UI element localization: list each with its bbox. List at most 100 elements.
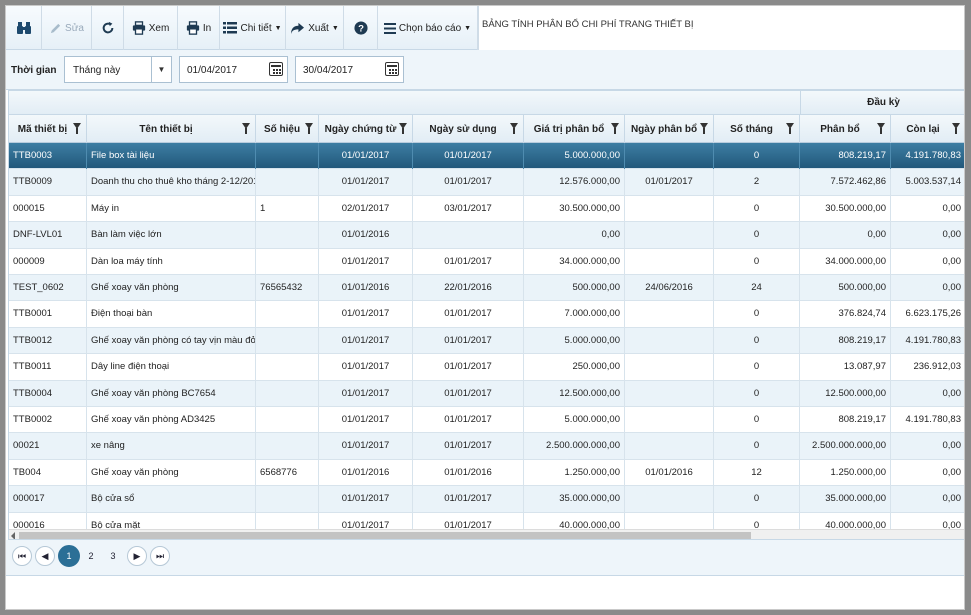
cell-allocated: 0,00 — [800, 222, 891, 249]
cell-remaining: 4.191.780,83 — [891, 143, 964, 169]
filter-icon[interactable] — [952, 123, 960, 134]
period-select[interactable]: Tháng này ▼ — [64, 56, 172, 83]
print-button[interactable]: In — [178, 6, 220, 50]
table-row[interactable]: TTB0004 Ghế xoay văn phòng BC7654 01/01/20… — [9, 380, 964, 407]
column-header-label: Số tháng — [730, 123, 773, 135]
cell-remaining: 4.191.780,83 — [891, 407, 964, 433]
filter-icon[interactable] — [877, 123, 885, 134]
horizontal-scrollbar[interactable] — [9, 529, 964, 539]
column-header-allocated[interactable]: Phân bổ — [800, 115, 891, 143]
table-row[interactable]: TTB0009 Doanh thu cho thuê kho tháng 2-12… — [9, 169, 964, 196]
column-header-label: Ngày chứng từ — [324, 123, 397, 135]
column-header-device-name[interactable]: Tên thiết bị — [87, 115, 256, 143]
next-page-button[interactable]: ▶ — [127, 546, 147, 566]
cell-remaining: 0,00 — [891, 460, 964, 486]
to-date-input[interactable]: 30/04/2017 — [295, 56, 404, 83]
scrollbar-thumb[interactable] — [19, 532, 751, 539]
calendar-icon[interactable] — [269, 62, 283, 76]
column-header-serial-number[interactable]: Số hiệu — [256, 115, 319, 143]
table-row[interactable]: TEST_0602 Ghế xoay văn phòng 76565432 01/01… — [9, 275, 964, 302]
filter-icon[interactable] — [786, 123, 794, 134]
table-row[interactable]: 000009 Dàn loa máy tính 01/01/2017 01/01/20… — [9, 248, 964, 275]
cell-device-name: File box tài liệu — [87, 143, 256, 169]
filter-icon[interactable] — [399, 123, 407, 134]
page-3-button[interactable]: 3 — [103, 546, 123, 566]
cell-document-date: 01/01/2017 — [319, 380, 413, 407]
export-button[interactable]: Xuất ▼ — [286, 6, 344, 50]
filter-icon[interactable] — [510, 123, 518, 134]
choose-report-button[interactable]: Chọn báo cáo ▼ — [378, 6, 478, 50]
column-header-label: Tên thiết bị — [139, 123, 193, 135]
cell-serial-number — [256, 143, 319, 169]
column-header-allocation-date[interactable]: Ngày phân bổ — [625, 115, 714, 143]
column-header-usage-date[interactable]: Ngày sử dụng — [413, 115, 524, 143]
table-row[interactable]: 00021 xe nâng 01/01/2017 01/01/2017 2.500.00… — [9, 433, 964, 460]
detail-button-label: Chi tiết — [240, 22, 272, 34]
cell-months: 0 — [714, 380, 800, 407]
cell-allocation-value: 1.250.000,00 — [524, 459, 625, 486]
share-arrow-icon — [291, 22, 305, 34]
cell-document-date: 01/01/2017 — [319, 407, 413, 433]
cell-months: 0 — [714, 486, 800, 513]
cell-usage-date: 01/01/2017 — [413, 169, 524, 196]
cell-serial-number — [256, 248, 319, 275]
filter-icon[interactable] — [73, 123, 81, 134]
from-date-input[interactable]: 01/04/2017 — [179, 56, 288, 83]
scroll-left-icon[interactable] — [11, 532, 15, 539]
cell-device-code: TTB0011 — [9, 354, 87, 381]
cell-usage-date: 01/01/2017 — [413, 486, 524, 513]
column-header-allocation-value[interactable]: Giá trị phân bổ — [524, 115, 625, 143]
cell-allocated: 35.000.000,00 — [800, 486, 891, 513]
filter-icon[interactable] — [700, 123, 708, 134]
table-row[interactable]: TB004 Ghế xoay văn phòng 6568776 01/01/2016… — [9, 459, 964, 487]
page-2-button[interactable]: 2 — [81, 546, 101, 566]
cell-device-code: 000009 — [9, 248, 87, 275]
table-row[interactable]: 000015 Máy in 1 02/01/2017 03/01/2017 30.500.… — [9, 195, 964, 223]
table-row[interactable]: TTB0001 Điện thoại bàn 01/01/2017 01/01/201… — [9, 301, 964, 328]
cell-allocation-value: 0,00 — [524, 222, 625, 249]
edit-button[interactable]: Sửa — [42, 6, 92, 50]
filter-icon[interactable] — [611, 123, 619, 134]
refresh-button[interactable] — [92, 6, 124, 50]
cell-serial-number — [256, 486, 319, 513]
cell-remaining: 6.623.175,26 — [891, 301, 964, 327]
table-row[interactable]: TTB0002 Ghế xoay văn phòng AD3425 01/01/20… — [9, 407, 964, 434]
refresh-icon — [102, 21, 113, 34]
cell-allocation-date — [625, 327, 714, 354]
table-row[interactable]: TTB0003 File box tài liệu 01/01/2017 01/01/… — [9, 143, 964, 170]
search-button[interactable] — [6, 6, 42, 50]
table-row[interactable]: TTB0012 Ghế xoay văn phòng có tay vịn màu… — [9, 327, 964, 355]
cell-document-date: 01/01/2016 — [319, 275, 413, 301]
view-button[interactable]: Xem — [124, 6, 178, 50]
cell-remaining: 236.912,03 — [891, 354, 964, 380]
table-row[interactable]: 000017 Bộ cửa sổ 01/01/2017 01/01/2017 35.00… — [9, 486, 964, 513]
toolbar: Sửa Xem In Chi tiết ▼ Xuất ▼ ? Chọn báo — [6, 6, 964, 50]
detail-button[interactable]: Chi tiết ▼ — [220, 6, 286, 50]
chevron-down-icon[interactable]: ▼ — [151, 57, 171, 82]
help-button[interactable]: ? — [344, 6, 378, 50]
cell-document-date: 01/01/2017 — [319, 327, 413, 354]
column-header-months[interactable]: Số tháng — [714, 115, 800, 143]
table-row[interactable]: DNF-LVL01 Bàn làm việc lớn 01/01/2016 0,00 0… — [9, 222, 964, 249]
cell-device-name: Máy in — [87, 195, 256, 222]
first-page-button[interactable]: ⏮ — [12, 546, 32, 566]
cell-document-date: 01/01/2016 — [319, 459, 413, 486]
column-header-label: Mã thiết bị — [17, 123, 68, 135]
cell-usage-date: 01/01/2017 — [413, 407, 524, 433]
column-header-document-date[interactable]: Ngày chứng từ — [319, 115, 413, 143]
cell-months: 0 — [714, 433, 800, 460]
column-header-remaining[interactable]: Còn lại — [891, 115, 964, 143]
last-page-button[interactable]: ⏭ — [150, 546, 170, 566]
cell-allocation-date — [625, 486, 714, 513]
cell-usage-date: 22/01/2016 — [413, 275, 524, 301]
filter-icon[interactable] — [305, 123, 313, 134]
column-header-device-code[interactable]: Mã thiết bị — [9, 115, 87, 143]
filter-icon[interactable] — [242, 123, 250, 134]
cell-usage-date: 01/01/2017 — [413, 354, 524, 381]
prev-page-button[interactable]: ◀ — [35, 546, 55, 566]
page-1-button[interactable]: 1 — [58, 545, 80, 567]
cell-device-name: Ghế xoay văn phòng — [87, 275, 256, 301]
calendar-icon[interactable] — [385, 62, 399, 76]
table-row[interactable]: TTB0011 Dây line điện thoại 01/01/2017 01/0… — [9, 354, 964, 381]
cell-allocation-date: 01/01/2016 — [625, 459, 714, 486]
